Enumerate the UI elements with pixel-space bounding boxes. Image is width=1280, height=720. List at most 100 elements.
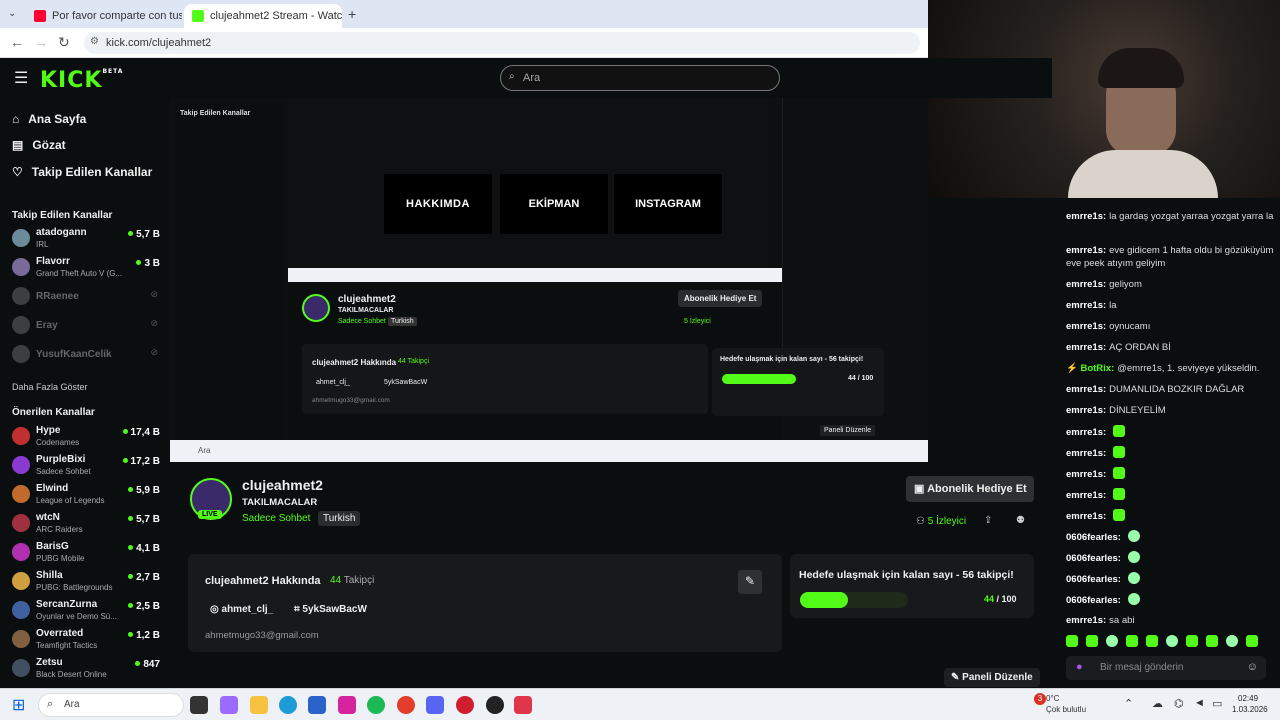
chat-username[interactable]: emrre1s: [1066,511,1106,522]
task-view-icon[interactable] [190,696,208,714]
windows-start-icon[interactable]: ⊞ [12,695,25,715]
kick-logo[interactable]: KICKBETA [40,68,123,93]
sidebar-channel-atadogann[interactable]: atadogann IRL 5,7 B [12,226,160,252]
sidebar-channel-wtcn[interactable]: wtcN ARC Raiders 5,7 B [12,511,160,537]
chat-username[interactable]: emrre1s: [1066,448,1106,459]
chat-username[interactable]: 0606fearles: [1066,574,1121,585]
quick-emote-icon[interactable] [1186,635,1198,647]
quick-emote-icon[interactable] [1146,635,1158,647]
browser-tab-kick[interactable]: clujeahmet2 Stream - Watch Li × [184,4,342,28]
quick-emote-icon[interactable] [1086,635,1098,647]
user-settings-icon[interactable]: ⚉ [1016,515,1025,526]
stream-video[interactable]: Takip Edilen Kanallar HAKKIMDA EKİPMAN I… [170,98,928,462]
stream-category[interactable]: Sadece Sohbet [242,513,310,524]
sidebar-channel-eray[interactable]: Eray ⊘ [12,313,160,339]
taskbar-search[interactable]: ⌕ Ara [38,693,184,717]
chat-username[interactable]: emrre1s: [1066,211,1106,222]
sidebar-channel-flavorr[interactable]: Flavorr Grand Theft Auto V (G... 3 B [12,255,160,281]
chat-username[interactable]: 0606fearles: [1066,595,1121,606]
chrome-icon[interactable] [397,696,415,714]
avatar [12,345,30,363]
gift-subscription-button[interactable]: ▣ Abonelik Hediye Et [906,476,1034,502]
chat-username[interactable]: emrre1s: [1066,300,1106,311]
sidebar-channel-yusufkaancelik[interactable]: YusufKaanCelik ⊘ [12,342,160,368]
quick-emote-icon[interactable] [1106,635,1118,647]
network-icon[interactable]: ⌬ [1174,697,1184,710]
file-explorer-icon[interactable] [250,696,268,714]
edit-panels-button[interactable]: ✎ Paneli Düzenle [944,668,1040,687]
language-tag[interactable]: Turkish [318,511,361,526]
tab-list-icon[interactable]: ⌄ [8,8,16,19]
edge-icon[interactable] [279,696,297,714]
chat-username[interactable]: BotRix: [1080,363,1114,374]
app-media-icon[interactable] [514,696,532,714]
app-red-icon[interactable] [456,696,474,714]
channel-name[interactable]: clujeahmet2 [242,477,323,493]
volume-icon[interactable]: ◄ [1194,697,1205,709]
url-field[interactable]: ⚙ kick.com/clujeahmet2 [84,32,920,54]
site-info-icon[interactable]: ⚙ [90,36,99,47]
sidebar-channel-purplebixi[interactable]: PurpleBixi Sadece Sohbet 17,2 B [12,453,160,479]
sidebar-channel-overrated[interactable]: Overrated Teamfight Tactics 1,2 B [12,627,160,653]
chat-username[interactable]: emrre1s: [1066,427,1106,438]
sidebar-channel-barisg[interactable]: BarisG PUBG Mobile 4,1 B [12,540,160,566]
obs-icon[interactable] [486,696,504,714]
clock-time[interactable]: 02:49 [1238,694,1258,703]
chat-username[interactable]: 0606fearles: [1066,553,1121,564]
nav-home[interactable]: ⌂ Ana Sayfa [12,112,86,126]
channel-name: YusufKaanCelik [36,349,112,360]
quick-emote-icon[interactable] [1126,635,1138,647]
edit-about-button[interactable]: ✎ [738,570,762,594]
chat-username[interactable]: 0606fearles: [1066,532,1121,543]
sidebar-channel-rraenee[interactable]: RRaenee ⊘ [12,284,160,310]
emoji-icon[interactable]: ☺ [1247,661,1258,673]
discord-app-icon[interactable] [426,696,444,714]
chat-username[interactable]: emrre1s: [1066,405,1106,416]
chat-username[interactable]: emrre1s: [1066,490,1106,501]
sidebar-channel-shilla[interactable]: Shilla PUBG: Battlegrounds 2,7 B [12,569,160,595]
back-icon[interactable]: ← [10,34,24,50]
chat-username[interactable]: emrre1s: [1066,245,1106,256]
nav-browse[interactable]: ▤ Gözat [12,138,66,152]
chat-username[interactable]: emrre1s: [1066,384,1106,395]
show-more-link[interactable]: Daha Fazla Göster [12,382,88,392]
quick-emote-icon[interactable] [1066,635,1078,647]
menu-icon[interactable]: ☰ [14,68,28,88]
new-tab-button[interactable]: + [348,6,356,22]
weather-text[interactable]: Çok bulutlu [1046,705,1086,714]
quick-emote-icon[interactable] [1246,635,1258,647]
cloud-icon[interactable]: ☁ [1152,697,1163,710]
clock-date[interactable]: 1.03.2026 [1232,705,1268,714]
copilot-icon[interactable] [220,696,238,714]
search-input[interactable]: ⌕ Ara [500,65,780,91]
chat-username[interactable]: emrre1s: [1066,321,1106,332]
sidebar-channel-elwind[interactable]: Elwind League of Legends 5,9 B [12,482,160,508]
reload-icon[interactable]: ↻ [58,34,70,51]
chat-username[interactable]: emrre1s: [1066,469,1106,480]
forward-icon[interactable]: → [34,34,48,50]
chat-username[interactable]: emrre1s: [1066,279,1106,290]
quick-emote-icon[interactable] [1166,635,1178,647]
weather-temp[interactable]: 0°C [1046,694,1059,703]
quick-emote-icon[interactable] [1226,635,1238,647]
tray-chevron-icon[interactable]: ⌃ [1124,697,1133,710]
chat-input[interactable]: ● Bir mesaj gönderin ☺ [1066,656,1266,680]
chat-username[interactable]: emrre1s: [1066,615,1106,626]
store-icon[interactable] [308,696,326,714]
share-icon[interactable]: ⇪ [984,515,992,526]
avatar [12,287,30,305]
sidebar-channel-hype[interactable]: Hype Codenames 17,4 B [12,424,160,450]
sidebar-channel-zetsu[interactable]: Zetsu Black Desert Online 847 [12,656,160,682]
spotify-icon[interactable] [367,696,385,714]
battery-icon[interactable]: ▭ [1212,697,1222,710]
sidebar-channel-sercanzurna[interactable]: SercanZurna Oyunlar ve Demo Sü... 2,5 B [12,598,160,624]
discord-link[interactable]: ⌗ 5ykSawBacW [294,604,367,615]
browser-tab-youtube[interactable]: Por favor comparte con tus am × [26,4,182,28]
instagram-link[interactable]: ◎ ahmet_clj_ [210,604,273,615]
mic-icon[interactable]: ● [1076,661,1083,673]
chat-username[interactable]: emrre1s: [1066,342,1106,353]
instagram-app-icon[interactable] [338,696,356,714]
quick-emote-icon[interactable] [1206,635,1218,647]
offline-icon: ⊘ [150,318,158,328]
nav-following[interactable]: ♡ Takip Edilen Kanallar [12,165,152,179]
